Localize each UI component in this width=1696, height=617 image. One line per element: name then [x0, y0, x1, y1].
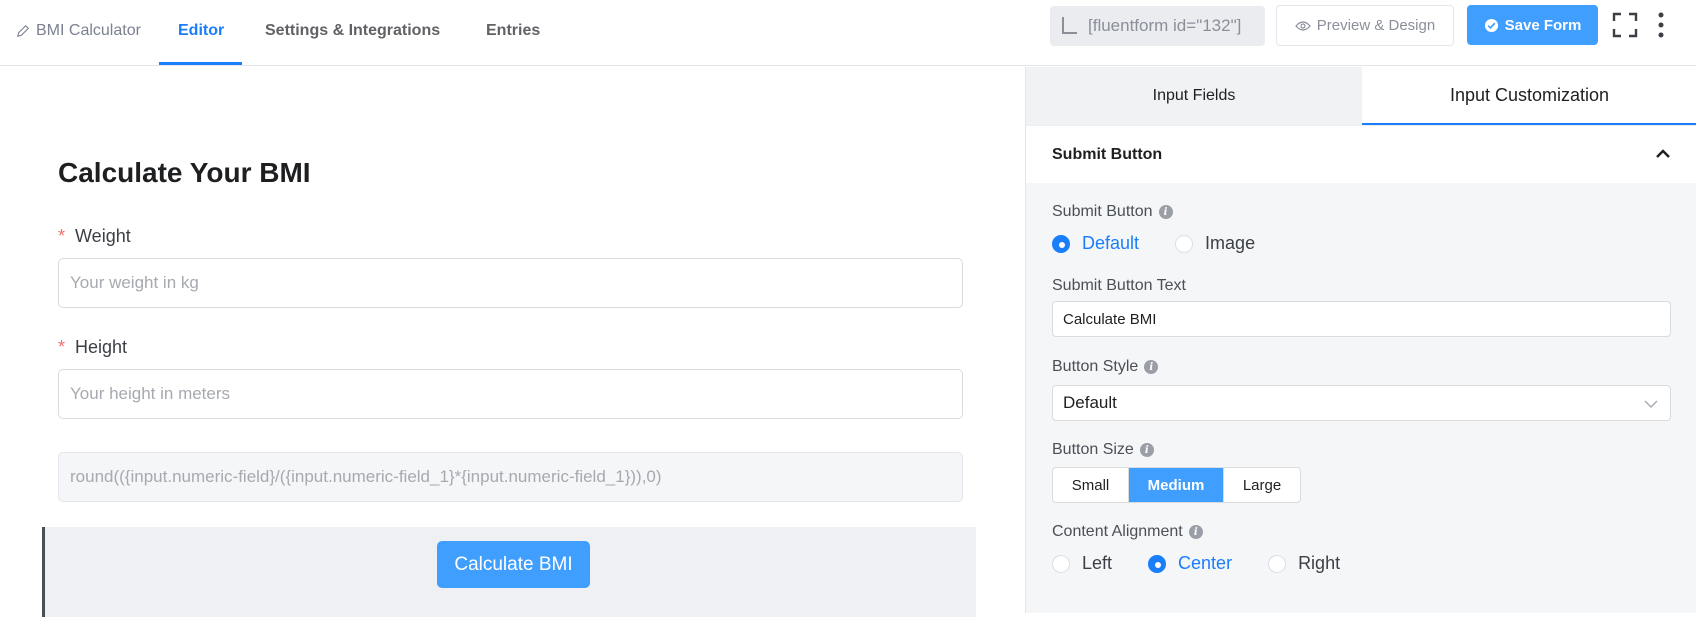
- info-icon[interactable]: i: [1188, 525, 1203, 539]
- radio-dot: [1175, 234, 1194, 253]
- check-circle-icon: [1484, 18, 1498, 32]
- section-title: Submit Button: [1052, 145, 1163, 163]
- submit-text-label-text: Submit Button Text: [1052, 277, 1186, 294]
- button-style-value: Default: [1063, 393, 1117, 412]
- radio-default-label: Default: [1082, 233, 1140, 253]
- height-input[interactable]: Your height in meters: [58, 369, 963, 419]
- radio-dot: [1052, 234, 1070, 253]
- eye-icon: [1294, 20, 1311, 31]
- weight-input[interactable]: Your weight in kg: [58, 258, 963, 308]
- info-icon[interactable]: i: [1144, 360, 1159, 374]
- form-title[interactable]: Calculate Your BMI: [58, 157, 311, 189]
- top-bar: BMI Calculator Editor Settings & Integra…: [0, 0, 1696, 66]
- button-size-group: Small Medium Large: [1052, 467, 1301, 503]
- chevron-up-icon[interactable]: [1655, 146, 1671, 162]
- radio-right-label: Right: [1298, 553, 1341, 573]
- radio-center-label: Center: [1178, 553, 1233, 573]
- size-medium-button[interactable]: Medium: [1129, 468, 1224, 502]
- button-style-select[interactable]: Default: [1052, 385, 1671, 421]
- radio-center[interactable]: Center: [1148, 553, 1232, 574]
- breadcrumb-label: BMI Calculator: [36, 22, 141, 39]
- alignment-radios: Left Center Right: [1052, 553, 1376, 574]
- fullscreen-icon[interactable]: [1612, 12, 1638, 38]
- save-form-button[interactable]: Save Form: [1467, 5, 1598, 45]
- pencil-icon: [16, 24, 30, 38]
- weight-label-text: Weight: [75, 226, 131, 246]
- tab-editor[interactable]: Editor: [178, 22, 224, 40]
- calculate-bmi-button[interactable]: Calculate BMI: [437, 541, 590, 588]
- radio-left-label: Left: [1082, 553, 1113, 573]
- tab-settings-integrations[interactable]: Settings & Integrations: [265, 22, 440, 40]
- radio-left[interactable]: Left: [1052, 553, 1112, 574]
- submit-button-section-header[interactable]: Submit Button: [1026, 125, 1696, 183]
- button-style-label: Button Style i: [1052, 358, 1159, 376]
- submit-button-area[interactable]: Calculate BMI: [42, 527, 976, 617]
- radio-right[interactable]: Right: [1268, 553, 1340, 574]
- submit-button-type-radios: Default Image: [1052, 233, 1291, 254]
- radio-image[interactable]: Image: [1175, 233, 1255, 254]
- corner-icon: [1062, 17, 1077, 34]
- preview-label: Preview & Design: [1316, 17, 1436, 34]
- size-small-button[interactable]: Small: [1053, 468, 1129, 502]
- breadcrumb[interactable]: BMI Calculator: [16, 22, 141, 40]
- alignment-label: Content Alignment i: [1052, 523, 1203, 541]
- active-tab-indicator: [159, 62, 242, 65]
- tab-entries[interactable]: Entries: [486, 22, 540, 40]
- tab-input-fields[interactable]: Input Fields: [1026, 67, 1362, 125]
- preview-design-button[interactable]: Preview & Design: [1276, 5, 1454, 46]
- radio-dot: [1052, 554, 1070, 573]
- info-icon[interactable]: i: [1158, 205, 1173, 219]
- height-label: * Height: [58, 337, 127, 358]
- radio-dot: [1268, 554, 1287, 573]
- alignment-label-text: Content Alignment: [1052, 523, 1183, 540]
- required-mark: *: [58, 337, 66, 357]
- radio-dot: [1148, 554, 1167, 573]
- radio-image-label: Image: [1205, 233, 1256, 253]
- button-size-label-text: Button Size: [1052, 441, 1134, 458]
- radio-default[interactable]: Default: [1052, 233, 1139, 254]
- required-mark: *: [58, 226, 66, 246]
- form-editor-canvas: Calculate Your BMI * Weight Your weight i…: [0, 67, 1025, 617]
- formula-field[interactable]: round(({input.numeric-field}/({input.num…: [58, 452, 963, 502]
- button-style-label-text: Button Style: [1052, 358, 1139, 375]
- button-size-label: Button Size i: [1052, 441, 1154, 459]
- submit-text-label: Submit Button Text: [1052, 277, 1186, 295]
- more-vertical-icon[interactable]: [1656, 12, 1666, 38]
- save-label: Save Form: [1504, 16, 1582, 34]
- shortcode-text: [fluentform id="132"]: [1088, 16, 1242, 35]
- submit-button-type-label-text: Submit Button: [1052, 203, 1153, 220]
- chevron-down-icon: [1644, 400, 1658, 408]
- shortcode-copy[interactable]: [fluentform id="132"]: [1050, 6, 1265, 46]
- size-large-button[interactable]: Large: [1224, 468, 1300, 502]
- submit-text-input[interactable]: Calculate BMI: [1052, 301, 1671, 337]
- settings-panel: Input Fields Input Customization Submit …: [1025, 67, 1696, 613]
- tab-input-customization[interactable]: Input Customization: [1362, 67, 1696, 125]
- height-label-text: Height: [75, 337, 128, 357]
- weight-label: * Weight: [58, 226, 131, 247]
- info-icon[interactable]: i: [1139, 443, 1154, 457]
- submit-button-type-label: Submit Button i: [1052, 203, 1173, 221]
